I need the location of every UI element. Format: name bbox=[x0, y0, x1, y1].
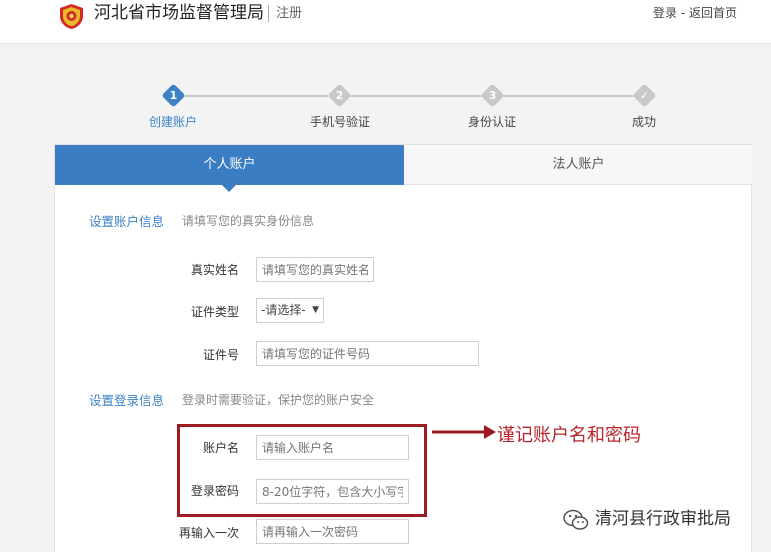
account-info-title: 设置账户信息 bbox=[89, 214, 165, 229]
watermark-text: 清河县行政审批局 bbox=[595, 509, 731, 529]
link-separator: - bbox=[677, 6, 689, 20]
dropdown-arrow-icon: ▼ bbox=[312, 305, 319, 315]
page-subtitle: 注册 bbox=[276, 6, 303, 21]
tab-legal-account[interactable]: 法人账户 bbox=[404, 145, 753, 185]
step-1-number: 1 bbox=[169, 89, 178, 102]
login-info-hint: 登录时需要验证，保护您的账户安全 bbox=[182, 393, 375, 407]
highlight-box bbox=[177, 424, 427, 517]
id-number-input[interactable] bbox=[256, 341, 479, 366]
login-link[interactable]: 登录 bbox=[653, 6, 677, 20]
step-2-label: 手机号验证 bbox=[309, 115, 371, 129]
annotation-text: 谨记账户名和密码 bbox=[497, 425, 641, 446]
home-link[interactable]: 返回首页 bbox=[689, 6, 737, 20]
step-connector bbox=[184, 95, 328, 97]
confirm-password-input[interactable] bbox=[256, 519, 409, 544]
id-type-select[interactable]: -请选择- ▼ bbox=[256, 298, 324, 323]
active-tab-pointer bbox=[222, 185, 236, 192]
id-number-label: 证件号 bbox=[202, 348, 239, 362]
real-name-label: 真实姓名 bbox=[190, 263, 239, 277]
step-1-label: 创建账户 bbox=[148, 115, 198, 129]
top-bar: 河北省市场监督管理局 注册 登录 - 返回首页 bbox=[0, 0, 771, 44]
title-divider bbox=[268, 5, 269, 22]
step-3-label: 身份认证 bbox=[467, 115, 517, 129]
step-4-label: 成功 bbox=[631, 115, 657, 129]
step-connector bbox=[350, 95, 484, 97]
site-title: 河北省市场监督管理局 bbox=[94, 3, 264, 23]
step-connector bbox=[502, 95, 634, 97]
wechat-icon bbox=[563, 509, 589, 530]
account-info-hint: 请填写您的真实身份信息 bbox=[182, 214, 315, 228]
tab-personal-account[interactable]: 个人账户 bbox=[55, 145, 404, 185]
top-links: 登录 - 返回首页 bbox=[653, 5, 737, 21]
id-type-label: 证件类型 bbox=[190, 305, 239, 319]
arrow-right-icon bbox=[432, 425, 496, 439]
check-icon: ✓ bbox=[639, 89, 650, 102]
id-type-value: -请选择- bbox=[261, 303, 306, 317]
emblem-logo-icon bbox=[60, 4, 83, 29]
real-name-input[interactable] bbox=[256, 257, 374, 282]
step-3-number: 3 bbox=[488, 89, 497, 102]
login-info-title: 设置登录信息 bbox=[89, 393, 165, 408]
confirm-password-label: 再输入一次 bbox=[178, 526, 239, 540]
step-2-number: 2 bbox=[335, 89, 344, 102]
step-progress: 1 创建账户 2 手机号验证 3 身份认证 ✓ 成功 bbox=[0, 80, 771, 130]
